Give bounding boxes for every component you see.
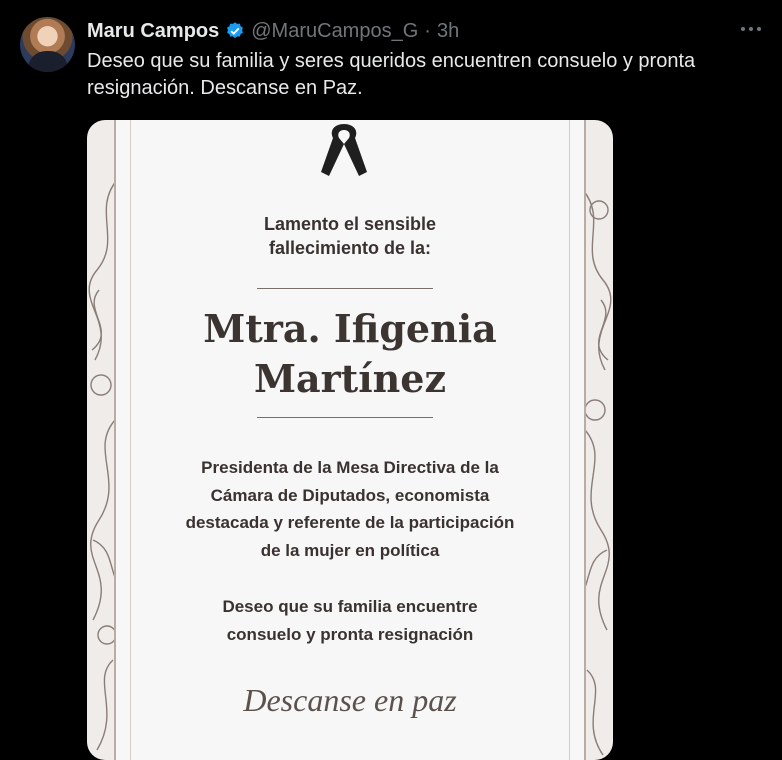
avatar[interactable]	[20, 17, 75, 72]
lament-line-2: fallecimiento de la:	[268, 238, 432, 258]
tweet[interactable]: Maru Campos @MaruCampos_G · 3h Deseo que…	[0, 0, 782, 760]
wish-line-1: Deseo que su familia encuentre	[222, 597, 478, 616]
closing-text: Descanse en paz	[243, 682, 457, 718]
honoree-line-1: Mtra. Ifigenia	[203, 306, 497, 351]
honoree-line-2: Martínez	[253, 356, 447, 401]
lament-line-1: Lamento el sensible	[263, 214, 437, 234]
wish-line-2: consuelo y pronta resignación	[226, 624, 474, 644]
honoree-role: Presidenta de la Mesa Directiva de la Cá…	[87, 454, 613, 564]
role-line-4: de la mujer en política	[260, 540, 440, 560]
separator-dot: ·	[424, 19, 431, 42]
more-options-icon[interactable]	[734, 16, 768, 42]
role-line-3: destacada y referente de la participació…	[185, 513, 515, 532]
verified-badge-icon	[227, 22, 244, 39]
timestamp[interactable]: 3h	[437, 20, 459, 43]
divider-bottom	[257, 417, 433, 418]
mourning-ribbon-icon	[321, 124, 367, 176]
lament-text: Lamento el sensible fallecimiento de la:	[87, 212, 613, 260]
tweet-text: Deseo que su familia y seres queridos en…	[87, 50, 696, 99]
role-line-2: Cámara de Diputados, economista	[210, 485, 490, 505]
avatar-figure	[28, 51, 68, 72]
author-handle[interactable]: @MaruCampos_G	[251, 20, 418, 43]
tweet-header: Maru Campos @MaruCampos_G · 3h	[87, 17, 459, 45]
role-line-1: Presidenta de la Mesa Directiva de la	[201, 458, 499, 477]
honoree-name: Mtra. Ifigenia Martínez	[87, 304, 613, 404]
tweet-image[interactable]: Lamento el sensible fallecimiento de la:…	[87, 120, 613, 760]
divider-top	[257, 288, 433, 289]
author-name[interactable]: Maru Campos	[87, 20, 219, 43]
condolence-wish: Deseo que su familia encuentre consuelo …	[87, 593, 613, 648]
